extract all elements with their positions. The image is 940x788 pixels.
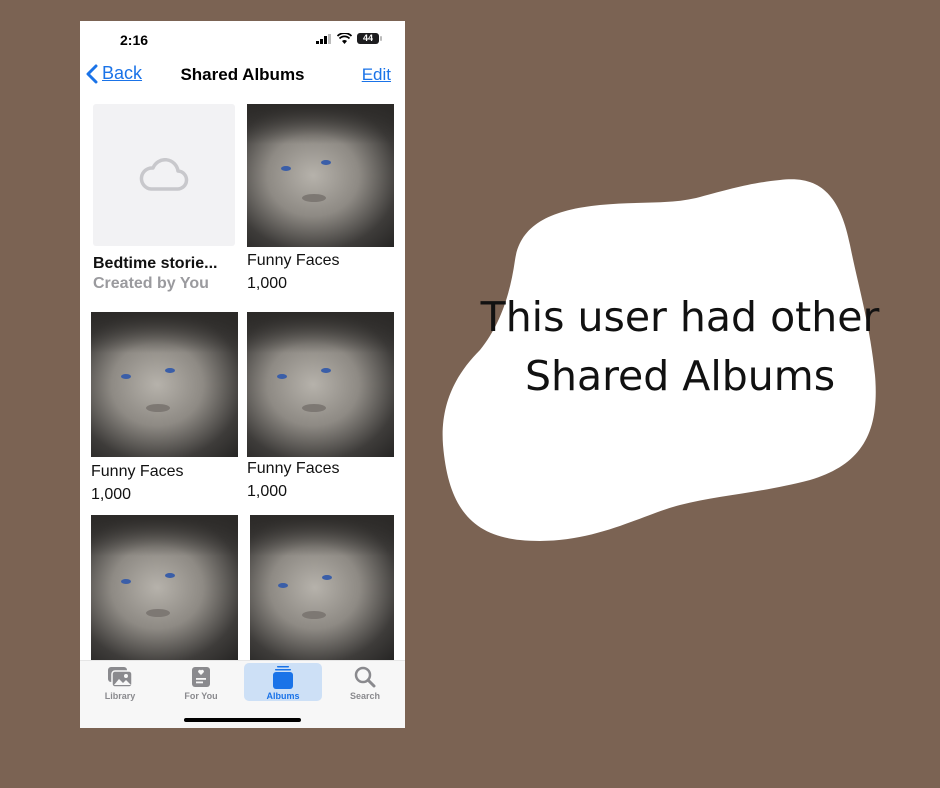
search-icon [354, 666, 376, 688]
photo-library-icon [108, 667, 133, 688]
album-title: Funny Faces [247, 252, 340, 269]
status-icons: 44 [316, 33, 382, 44]
callout-text: This user had other Shared Albums [480, 293, 880, 400]
album-tile[interactable]: Funny Faces 1,000 [91, 312, 238, 507]
album-tile[interactable]: Funny Faces 1,000 [247, 104, 394, 299]
album-thumbnail-placeholder [93, 104, 235, 246]
album-subtitle: Created by You [93, 275, 209, 292]
home-indicator [184, 718, 301, 722]
tab-label: Albums [266, 691, 300, 701]
album-title: Funny Faces [247, 460, 340, 477]
album-thumbnail [91, 312, 238, 457]
album-count: 1,000 [247, 483, 288, 500]
tab-label: For You [184, 691, 218, 701]
phone-screenshot: 2:16 44 Back Shared Albums Edit Bedtime … [80, 21, 405, 728]
album-count: 1,000 [247, 275, 288, 292]
album-thumbnail [247, 104, 394, 247]
tab-label: Search [349, 691, 381, 701]
album-tile[interactable]: Bedtime storie... Created by You [93, 104, 237, 299]
album-tile[interactable] [91, 515, 238, 660]
album-thumbnail [247, 312, 394, 457]
tab-for-you[interactable]: For You [162, 663, 240, 701]
albums-icon [273, 666, 293, 689]
tab-bar: Library For You Albums Search [80, 660, 405, 728]
album-title: Bedtime storie... [93, 255, 218, 272]
battery-icon: 44 [357, 33, 382, 44]
tab-search[interactable]: Search [326, 663, 404, 701]
album-count: 1,000 [91, 486, 132, 503]
album-title: Funny Faces [91, 463, 184, 480]
album-tile[interactable] [250, 515, 394, 660]
cloud-icon [139, 158, 189, 191]
tab-label: Library [104, 691, 136, 701]
for-you-icon [192, 667, 210, 687]
status-bar: 2:16 44 [80, 21, 405, 61]
album-tile[interactable]: Funny Faces 1,000 [247, 312, 394, 507]
tab-albums[interactable]: Albums [244, 663, 322, 701]
navigation-bar: Back Shared Albums Edit [80, 61, 405, 91]
status-time: 2:16 [120, 32, 149, 48]
album-thumbnail [91, 515, 238, 660]
edit-button[interactable]: Edit [362, 65, 391, 85]
tab-library[interactable]: Library [81, 663, 159, 701]
page-title: Shared Albums [180, 65, 305, 84]
wifi-icon [337, 33, 352, 44]
cellular-signal-icon [316, 33, 331, 44]
album-thumbnail [250, 515, 394, 660]
